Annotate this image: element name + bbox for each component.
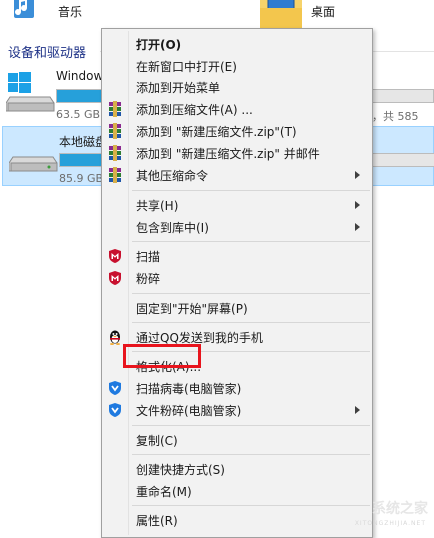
menu-item-label: 创建快捷方式(S) bbox=[136, 463, 225, 477]
menu-item-include-in-library[interactable]: 包含到库中(I) bbox=[104, 216, 370, 238]
menu-separator bbox=[132, 190, 370, 191]
menu-item-copy[interactable]: 复制(C) bbox=[104, 429, 370, 451]
menu-item-label: 添加到 "新建压缩文件.zip"(T) bbox=[136, 125, 297, 139]
watermark-subtext: XITONGZHIJIA.NET bbox=[354, 520, 426, 527]
menu-item-open-new-window[interactable]: 在新窗口中打开(E) bbox=[104, 55, 370, 77]
menu-item-label: 共享(H) bbox=[136, 199, 179, 213]
menu-item-add-to-start[interactable]: 添加到开始菜单 bbox=[104, 76, 370, 98]
menu-separator bbox=[132, 505, 370, 506]
winrar-icon bbox=[109, 145, 121, 161]
context-menu: 打开(O) 在新窗口中打开(E) 添加到开始菜单 添加到压缩文件(A) ... … bbox=[101, 28, 373, 538]
menu-separator bbox=[132, 425, 370, 426]
menu-item-create-shortcut[interactable]: 创建快捷方式(S) bbox=[104, 458, 370, 480]
watermark-text: 系统之家 bbox=[372, 501, 428, 517]
menu-item-virus-scan-pcmgr[interactable]: 扫描病毒(电脑管家) bbox=[104, 377, 370, 399]
menu-item-file-shred-pcmgr[interactable]: 文件粉碎(电脑管家) bbox=[104, 399, 370, 421]
menu-item-add-to-zip-email[interactable]: 添加到 "新建压缩文件.zip" 并邮件 bbox=[104, 142, 370, 164]
menu-item-label: 打开(O) bbox=[136, 38, 182, 52]
menu-item-label: 固定到"开始"屏幕(P) bbox=[136, 302, 248, 316]
menu-item-label: 扫描 bbox=[136, 250, 161, 264]
qq-penguin-icon bbox=[110, 330, 120, 345]
drive-free-space: 63.5 GB bbox=[56, 108, 101, 121]
menu-item-label: 属性(R) bbox=[136, 514, 178, 528]
menu-item-label: 添加到压缩文件(A) ... bbox=[136, 103, 253, 117]
menu-separator bbox=[132, 241, 370, 242]
mcafee-icon bbox=[109, 271, 121, 285]
menu-item-rename[interactable]: 重命名(M) bbox=[104, 480, 370, 502]
menu-item-label: 文件粉碎(电脑管家) bbox=[136, 404, 242, 418]
menu-item-label: 在新窗口中打开(E) bbox=[136, 60, 237, 74]
menu-item-shred[interactable]: 粉碎 bbox=[104, 267, 370, 289]
menu-item-properties[interactable]: 属性(R) bbox=[104, 509, 370, 531]
menu-item-other-compress[interactable]: 其他压缩命令 bbox=[104, 164, 370, 186]
winrar-icon bbox=[109, 101, 121, 117]
submenu-arrow-icon bbox=[355, 201, 360, 209]
menu-item-open[interactable]: 打开(O) bbox=[104, 33, 370, 55]
music-label[interactable]: 音乐 bbox=[58, 3, 82, 20]
windows-drive-icon bbox=[6, 72, 55, 112]
tencent-shield-icon bbox=[109, 403, 121, 417]
menu-item-label: 复制(C) bbox=[136, 434, 178, 448]
winrar-icon bbox=[109, 123, 121, 139]
menu-item-label: 添加到 "新建压缩文件.zip" 并邮件 bbox=[136, 147, 320, 161]
local-disk-icon bbox=[9, 156, 58, 172]
menu-item-add-to-zip[interactable]: 添加到 "新建压缩文件.zip"(T) bbox=[104, 120, 370, 142]
music-folder-icon[interactable] bbox=[10, 0, 38, 26]
submenu-arrow-icon bbox=[355, 171, 360, 179]
desktop-folder-icon[interactable] bbox=[258, 0, 304, 30]
menu-item-label: 包含到库中(I) bbox=[136, 221, 209, 235]
menu-item-label: 重命名(M) bbox=[136, 485, 192, 499]
drive-name: 本地磁盘 bbox=[59, 135, 108, 149]
menu-separator bbox=[132, 293, 370, 294]
drive-free-space: 85.9 GB bbox=[59, 172, 104, 185]
menu-separator bbox=[132, 322, 370, 323]
menu-item-add-to-archive[interactable]: 添加到压缩文件(A) ... bbox=[104, 98, 370, 120]
drive-total-space: ，共 585 bbox=[372, 110, 419, 123]
menu-separator bbox=[132, 454, 370, 455]
tencent-shield-icon bbox=[109, 381, 121, 395]
desktop-label[interactable]: 桌面 bbox=[311, 3, 335, 20]
mcafee-icon bbox=[109, 249, 121, 263]
menu-item-label: 扫描病毒(电脑管家) bbox=[136, 382, 242, 396]
devices-and-drives-header[interactable]: 设备和驱动器 bbox=[8, 42, 86, 61]
menu-item-label: 粉碎 bbox=[136, 272, 161, 286]
menu-item-scan[interactable]: 扫描 bbox=[104, 245, 370, 267]
menu-item-pin-to-start[interactable]: 固定到"开始"屏幕(P) bbox=[104, 297, 370, 319]
format-highlight-box bbox=[123, 344, 201, 368]
submenu-arrow-icon bbox=[355, 223, 360, 231]
submenu-arrow-icon bbox=[355, 406, 360, 414]
drive-name: Window bbox=[56, 69, 104, 83]
menu-item-share[interactable]: 共享(H) bbox=[104, 194, 370, 216]
menu-item-label: 添加到开始菜单 bbox=[136, 81, 221, 95]
menu-item-label: 其他压缩命令 bbox=[136, 169, 209, 183]
winrar-icon bbox=[109, 167, 121, 183]
